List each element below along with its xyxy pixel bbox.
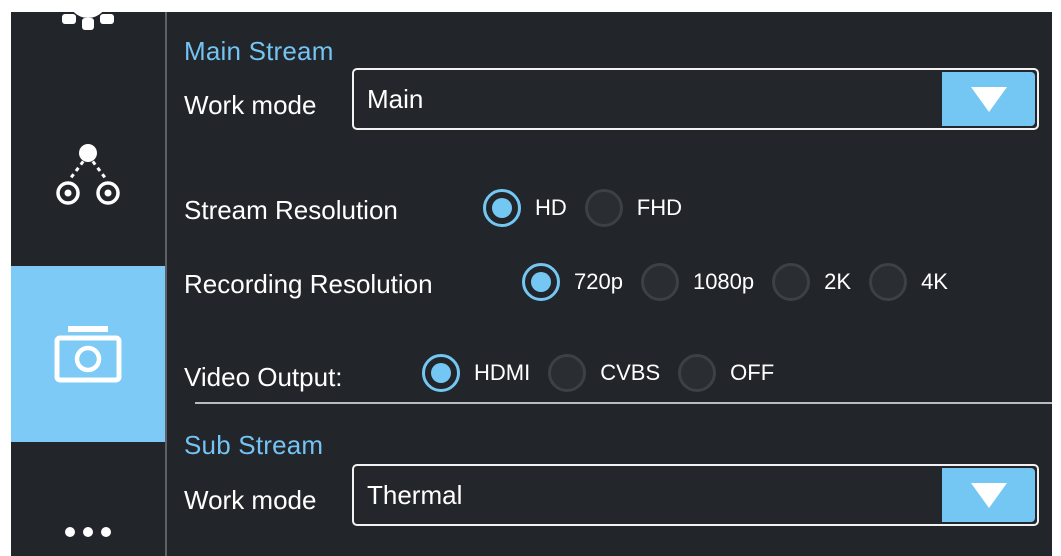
sub-work-mode-label: Work mode — [184, 485, 317, 515]
triangle-down-icon — [970, 87, 1007, 112]
radio-label-1080p: 1080p — [692, 269, 755, 294]
main-work-mode-select[interactable]: Main — [352, 68, 1039, 130]
node-graph-icon — [56, 144, 120, 205]
radio-label-hdmi: HDMI — [474, 360, 531, 385]
recording-resolution-option-2k[interactable]: 2K — [772, 263, 869, 301]
radio-button[interactable] — [869, 263, 908, 301]
radio-button[interactable] — [548, 354, 587, 392]
radio-button-checked[interactable] — [483, 189, 521, 227]
sidebar-item-settings[interactable] — [11, 12, 165, 36]
video-output-label: Video Output: — [184, 362, 343, 392]
radio-label-off: OFF — [730, 360, 775, 385]
stream-resolution-option-fhd[interactable]: FHD — [584, 189, 700, 227]
video-output-radio-group: HDMI CVBS OFF — [422, 354, 792, 392]
radio-label-hd: HD — [535, 195, 567, 220]
camera-settings-panel: Main Stream Work mode Main Stream Resolu… — [11, 12, 1052, 556]
radio-button[interactable] — [584, 189, 623, 227]
radio-label-720p: 720p — [574, 269, 623, 294]
gear-icon — [62, 12, 114, 30]
radio-button[interactable] — [772, 263, 811, 301]
recording-resolution-option-1080p[interactable]: 1080p — [640, 263, 772, 301]
triangle-down-icon — [970, 483, 1007, 508]
video-output-option-off[interactable]: OFF — [678, 354, 792, 392]
radio-label-2k: 2K — [824, 269, 852, 294]
radio-button[interactable] — [640, 263, 679, 301]
radio-button-checked[interactable] — [422, 354, 460, 392]
sub-work-mode-select[interactable]: Thermal — [352, 464, 1039, 526]
main-work-mode-value: Main — [367, 84, 424, 114]
camera-icon — [54, 326, 122, 383]
recording-resolution-option-4k[interactable]: 4K — [869, 263, 966, 301]
recording-resolution-radio-group: 720p 1080p 2K 4K — [522, 263, 966, 301]
sidebar-item-camera[interactable] — [11, 266, 165, 442]
stream-resolution-option-hd[interactable]: HD — [483, 189, 585, 227]
section-divider — [195, 402, 1052, 404]
stream-resolution-radio-group: HD FHD — [483, 189, 700, 227]
sub-work-mode-value: Thermal — [367, 480, 463, 510]
sidebar — [11, 12, 165, 556]
main-stream-title: Main Stream — [184, 36, 334, 66]
video-output-option-hdmi[interactable]: HDMI — [422, 354, 548, 392]
radio-label-cvbs: CVBS — [600, 360, 661, 385]
radio-label-fhd: FHD — [636, 195, 682, 220]
more-icon — [65, 527, 111, 537]
sub-work-mode-dropdown-button[interactable] — [942, 468, 1035, 522]
radio-label-4k: 4K — [921, 269, 948, 294]
radio-button-checked[interactable] — [522, 263, 560, 301]
recording-resolution-option-720p[interactable]: 720p — [522, 263, 641, 301]
sidebar-item-more[interactable] — [11, 512, 165, 552]
video-output-option-cvbs[interactable]: CVBS — [548, 354, 678, 392]
radio-button[interactable] — [678, 354, 717, 392]
stream-resolution-label: Stream Resolution — [184, 195, 398, 225]
main-work-mode-dropdown-button[interactable] — [942, 72, 1035, 126]
sidebar-item-network[interactable] — [11, 130, 165, 220]
settings-content: Main Stream Work mode Main Stream Resolu… — [167, 12, 1052, 556]
recording-resolution-label: Recording Resolution — [184, 269, 433, 299]
sub-stream-title: Sub Stream — [184, 430, 324, 460]
main-work-mode-label: Work mode — [184, 90, 317, 120]
